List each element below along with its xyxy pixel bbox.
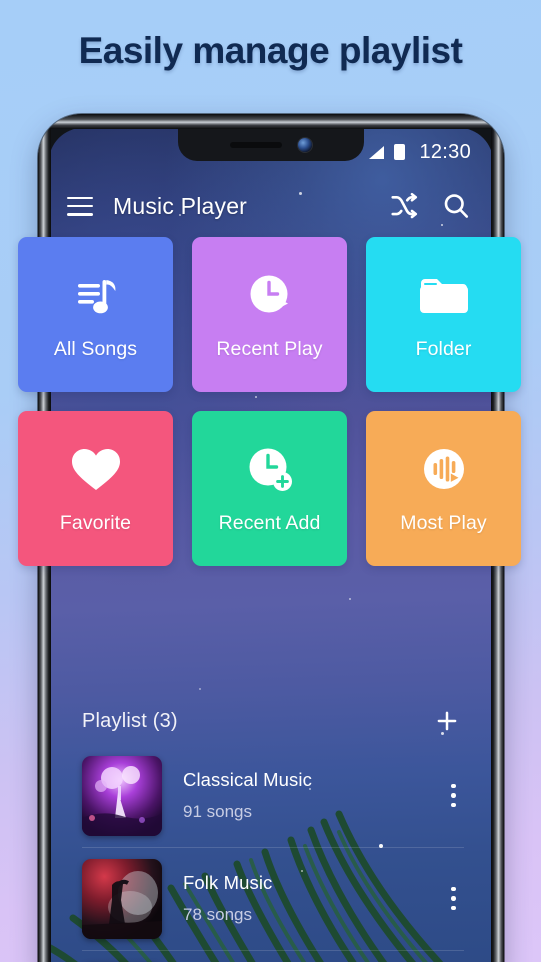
tile-most-play[interactable]: Most Play [366, 411, 521, 566]
music-note-list-icon [69, 268, 123, 324]
shuffle-icon[interactable] [389, 191, 419, 221]
speaker-slit-icon [230, 141, 282, 148]
tile-label: Recent Play [216, 338, 323, 360]
heart-icon [69, 442, 123, 498]
list-item-text: Folk Music 78 songs [183, 872, 272, 925]
list-item-text: Classical Music 91 songs [183, 769, 312, 822]
concert-maroon-thumbnail [82, 858, 162, 939]
app-title: Music Player [113, 192, 248, 219]
tile-recent-play[interactable]: Recent Play [192, 237, 347, 392]
hamburger-menu-icon[interactable] [67, 196, 93, 216]
list-item-subtitle: 91 songs [183, 802, 252, 821]
search-icon[interactable] [441, 191, 471, 221]
app-bar: Music Player [49, 180, 493, 232]
playlist-header: Playlist (3) [60, 698, 482, 744]
clock-play-icon [243, 268, 297, 324]
list-item-title: Classical Music [183, 769, 312, 790]
waveform-play-icon [417, 442, 471, 498]
tile-label: All Songs [53, 338, 138, 360]
folder-icon [416, 268, 472, 324]
list-item-title: Folk Music [183, 872, 273, 893]
playlist-list: Classical Music 91 songs Folk Music 78 s… [60, 744, 482, 962]
tile-label: Most Play [400, 512, 487, 534]
phone-notch [178, 128, 364, 161]
list-item[interactable]: Classical Music 91 songs [60, 744, 482, 847]
tile-favorite[interactable]: Favorite [18, 411, 173, 566]
quick-access-grid: All Songs Recent Play Folder Favorite Re… [18, 237, 523, 566]
tile-folder[interactable]: Folder [366, 237, 521, 392]
tile-label: Folder [415, 338, 472, 360]
plus-icon[interactable] [434, 708, 460, 734]
promo-screenshot: Easily manage playlist 12:30 Music Playe… [0, 0, 541, 962]
list-item[interactable]: Pop Music 24 songs [60, 950, 482, 962]
front-camera-icon [298, 137, 312, 152]
signal-triangle-icon [369, 145, 385, 159]
status-time: 12:30 [419, 140, 471, 163]
tile-all-songs[interactable]: All Songs [18, 237, 173, 392]
more-vertical-icon[interactable] [445, 881, 462, 917]
headline: Easily manage playlist [78, 30, 463, 71]
concert-purple-thumbnail [82, 755, 162, 836]
clock-plus-icon [243, 442, 297, 498]
playlist-title: Playlist (3) [82, 709, 178, 732]
list-item[interactable]: Folk Music 78 songs [60, 847, 482, 950]
tile-recent-add[interactable]: Recent Add [192, 411, 347, 566]
list-item-subtitle: 78 songs [183, 905, 252, 924]
more-vertical-icon[interactable] [445, 778, 462, 814]
battery-icon [394, 144, 406, 160]
tile-label: Favorite [59, 512, 132, 534]
phone-top-rail [38, 114, 504, 129]
tile-label: Recent Add [218, 512, 321, 534]
